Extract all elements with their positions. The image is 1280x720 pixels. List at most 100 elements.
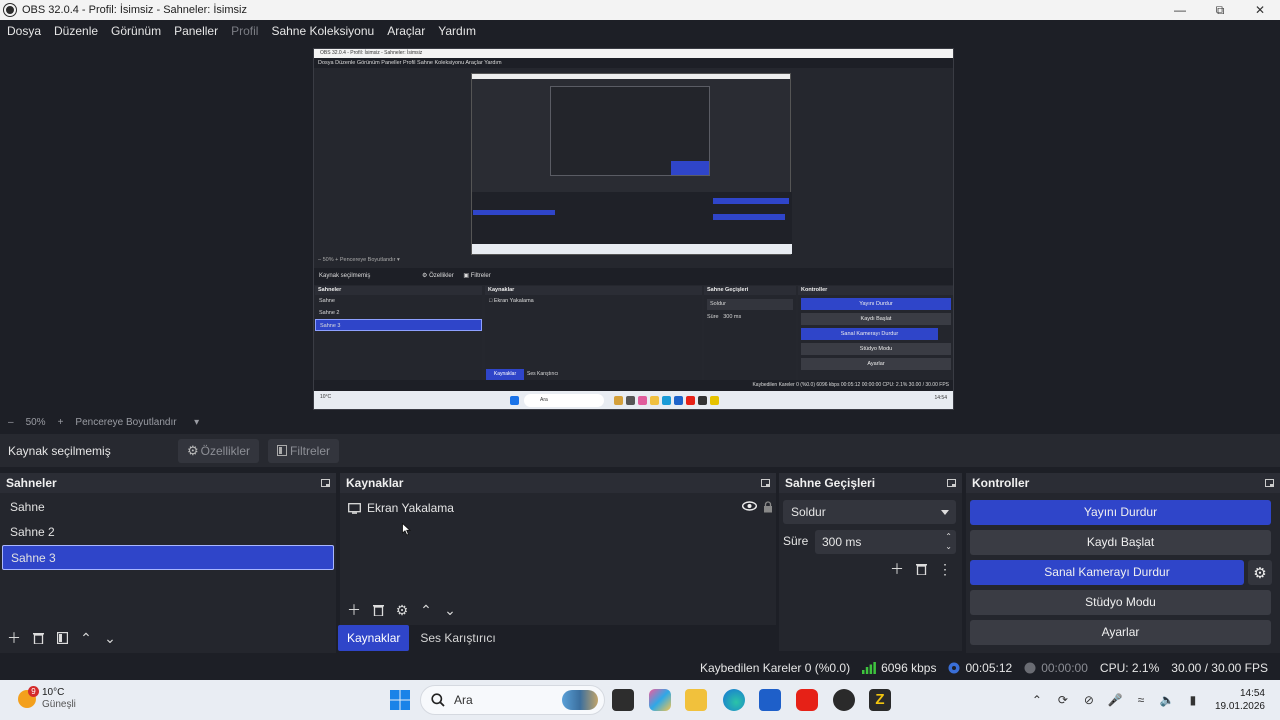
- wifi-icon[interactable]: ≈: [1133, 692, 1149, 708]
- taskbar-search[interactable]: Ara: [420, 685, 605, 715]
- undock-icon[interactable]: [947, 479, 956, 487]
- undock-icon[interactable]: [1265, 479, 1274, 487]
- preview-no-source: Kaynak seçilmemiş ⚙ Özellikler ▣ Filtrel…: [314, 268, 953, 285]
- scene-item[interactable]: Sahne: [2, 495, 334, 520]
- filter-icon[interactable]: [54, 630, 70, 646]
- weather-widget[interactable]: 9 10°C Güneşli: [18, 686, 76, 711]
- preview-status: Kaybedilen Kareler 0 (%0.0) 6096 kbps 00…: [314, 380, 953, 391]
- record-time: 00:00:00: [1024, 661, 1088, 675]
- preview-taskbar: 10°C Ara 14:54: [314, 391, 953, 409]
- scene-list: Sahne Sahne 2 Sahne 3: [0, 495, 336, 570]
- preview-sources-dock: Kaynaklar □ Ekran Yakalama Kaynaklar Ses…: [485, 286, 702, 380]
- filters-button[interactable]: Filtreler: [268, 438, 340, 463]
- scene-item-selected[interactable]: Sahne 3: [2, 545, 334, 570]
- menu-docks[interactable]: Paneller: [174, 24, 218, 38]
- menu-scene-collection[interactable]: Sahne Koleksiyonu: [271, 24, 374, 38]
- spin-arrows-icon[interactable]: ⌃ ⌄: [945, 532, 952, 552]
- weather-temp: 10°C: [42, 687, 65, 698]
- minimize-icon[interactable]: —: [1160, 0, 1200, 20]
- add-transition-icon[interactable]: ＋: [889, 561, 905, 577]
- more-options-icon[interactable]: ⋮: [937, 561, 953, 577]
- eye-icon[interactable]: [742, 501, 757, 511]
- virtual-camera-settings-button[interactable]: ⚙: [1248, 560, 1272, 585]
- close-icon[interactable]: ✕: [1240, 0, 1280, 20]
- store-icon[interactable]: [759, 689, 781, 711]
- zoom-level: 50%: [25, 416, 46, 428]
- undock-icon[interactable]: [761, 479, 770, 487]
- menu-tools[interactable]: Araçlar: [387, 24, 425, 38]
- fps: 30.00 / 30.00 FPS: [1171, 661, 1268, 675]
- window-title: OBS 32.0.4 - Profil: İsimsiz - Sahneler:…: [22, 4, 247, 16]
- scene-item[interactable]: Sahne 2: [2, 520, 334, 545]
- gear-icon: ⚙: [187, 442, 199, 458]
- obs-taskbar-icon[interactable]: [833, 689, 855, 711]
- edge-icon[interactable]: [723, 689, 745, 711]
- move-up-icon[interactable]: ⌃: [418, 602, 434, 618]
- source-name: Ekran Yakalama: [367, 501, 454, 515]
- system-tray: ⌃ ⟳ ⊘ 🎤 ≈ 🔈 ▮ 14:54 19.01.2026: [1029, 680, 1280, 720]
- source-tabs: Kaynaklar Ses Karıştırıcı: [338, 625, 507, 651]
- tab-audio-mixer[interactable]: Ses Karıştırıcı: [411, 625, 504, 651]
- trash-icon[interactable]: [370, 602, 386, 618]
- transitions-dock-title: Sahne Geçişleri: [785, 476, 876, 490]
- gear-icon[interactable]: ⚙: [394, 602, 410, 618]
- preview-title: OBS 32.0.4 - Profil: İsimsiz - Sahneler:…: [314, 49, 953, 58]
- trash-icon[interactable]: [913, 561, 929, 577]
- move-down-icon[interactable]: ⌄: [442, 602, 458, 618]
- source-item[interactable]: Ekran Yakalama: [348, 499, 773, 517]
- stream-icon: [948, 662, 960, 674]
- menu-profile[interactable]: Profil: [231, 24, 258, 38]
- network-off-icon[interactable]: ⊘: [1081, 692, 1097, 708]
- notification-badge: 9: [28, 686, 39, 697]
- start-recording-button[interactable]: Kaydı Başlat: [970, 530, 1271, 555]
- status-bar: Kaybedilen Kareler 0 (%0.0) 6096 kbps 00…: [0, 656, 1280, 680]
- app-z-icon[interactable]: Z: [869, 689, 891, 711]
- zoom-out-button[interactable]: –: [8, 417, 14, 428]
- windows-start-icon[interactable]: [389, 689, 411, 711]
- file-explorer-icon[interactable]: [685, 689, 707, 711]
- trash-icon[interactable]: [30, 630, 46, 646]
- signal-bars-icon: [862, 662, 876, 674]
- sources-dock: Kaynaklar Ekran Yakalama ＋ ⚙ ⌃ ⌄: [340, 473, 776, 625]
- menu-edit[interactable]: Düzenle: [54, 24, 98, 38]
- duration-spinbox[interactable]: 300 ms ⌃ ⌄: [815, 530, 956, 554]
- preview-canvas[interactable]: OBS 32.0.4 - Profil: İsimsiz - Sahneler:…: [313, 48, 954, 410]
- settings-button[interactable]: Ayarlar: [970, 620, 1271, 645]
- youtube-icon[interactable]: [796, 689, 818, 711]
- maximize-icon[interactable]: ⧉: [1200, 0, 1240, 20]
- undock-icon[interactable]: [321, 479, 330, 487]
- taskbar-clock[interactable]: 14:54 19.01.2026: [1215, 687, 1265, 713]
- studio-mode-button[interactable]: Stüdyo Modu: [970, 590, 1271, 615]
- controls-dock-title: Kontroller: [972, 476, 1030, 490]
- move-down-icon[interactable]: ⌄: [102, 630, 118, 646]
- source-toolbar: Kaynak seçilmemiş ⚙ Özellikler Filtreler: [0, 434, 1280, 467]
- tab-sources[interactable]: Kaynaklar: [338, 625, 410, 651]
- transition-select[interactable]: Soldur: [783, 500, 956, 524]
- menu-file[interactable]: Dosya: [7, 24, 41, 38]
- move-up-icon[interactable]: ⌃: [78, 630, 94, 646]
- chevron-up-icon[interactable]: ⌃: [1029, 692, 1045, 708]
- preview-scenes-dock: Sahneler Sahne Sahne 2 Sahne 3: [315, 286, 482, 380]
- microphone-icon[interactable]: 🎤: [1107, 692, 1123, 708]
- stop-streaming-button[interactable]: Yayını Durdur: [970, 500, 1271, 525]
- sync-icon[interactable]: ⟳: [1055, 692, 1071, 708]
- menu-help[interactable]: Yardım: [438, 24, 476, 38]
- zoom-bar: – 50% + Pencereye Boyutlandır ▾: [0, 413, 1280, 431]
- windows-taskbar: 9 10°C Güneşli Ara Z ⌃ ⟳ ⊘ 🎤 ≈ 🔈 ▮ 14:54…: [0, 680, 1280, 720]
- copilot-icon[interactable]: [649, 689, 671, 711]
- fit-to-window-dropdown[interactable]: Pencereye Boyutlandır ▾: [75, 417, 199, 428]
- preview-nested-capture: [471, 73, 792, 255]
- properties-button[interactable]: ⚙ Özellikler: [178, 438, 259, 463]
- menu-view[interactable]: Görünüm: [111, 24, 161, 38]
- stop-virtual-camera-button[interactable]: Sanal Kamerayı Durdur: [970, 560, 1244, 585]
- zoom-in-button[interactable]: +: [58, 417, 64, 428]
- preview-controls-dock: Kontroller Yayını Durdur Kaydı Başlat Sa…: [798, 286, 953, 380]
- battery-icon[interactable]: ▮: [1185, 692, 1201, 708]
- add-source-icon[interactable]: ＋: [346, 602, 362, 618]
- lock-icon[interactable]: [763, 501, 773, 513]
- menu-bar: Dosya Düzenle Görünüm Paneller Profil Sa…: [0, 20, 1280, 41]
- speaker-icon[interactable]: 🔈: [1159, 692, 1175, 708]
- add-icon[interactable]: ＋: [6, 630, 22, 646]
- task-view-icon[interactable]: [612, 689, 634, 711]
- scenes-dock-title: Sahneler: [6, 476, 57, 490]
